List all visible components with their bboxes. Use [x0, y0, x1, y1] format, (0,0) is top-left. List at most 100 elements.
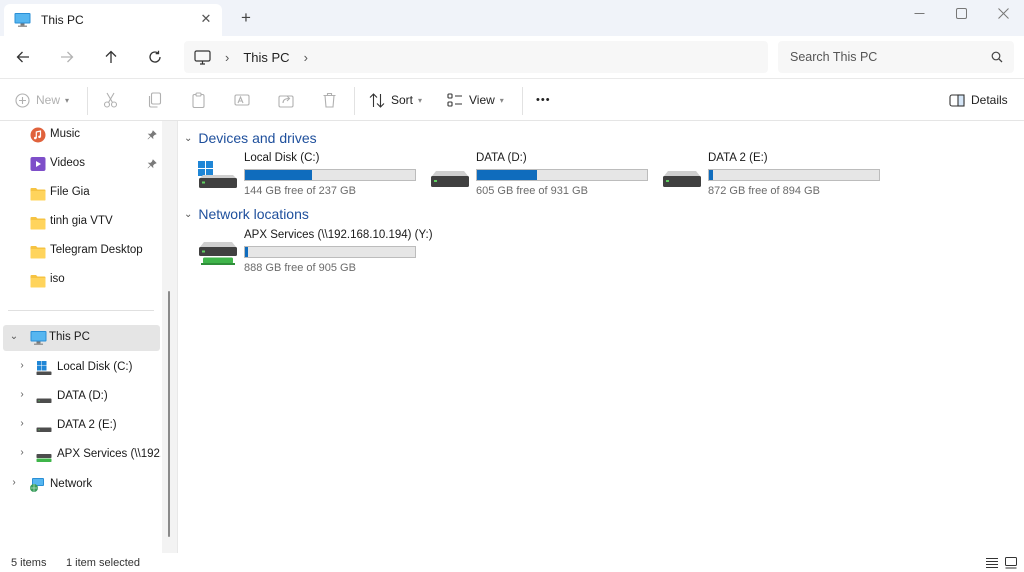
refresh-button[interactable]: [141, 44, 169, 70]
rename-button[interactable]: [234, 90, 250, 110]
add-icon: [15, 92, 30, 108]
share-icon: [278, 95, 294, 108]
drive-free-space: 605 GB free of 931 GB: [476, 185, 588, 197]
drive-tile-data-d[interactable]: DATA (D:) 605 GB free of 931 GB: [429, 151, 653, 197]
cut-button[interactable]: [103, 90, 118, 110]
search-icon: [991, 51, 1003, 63]
details-view-icon[interactable]: [985, 556, 999, 570]
status-bar: 5 items 1 item selected: [0, 553, 1024, 572]
drive-free-space: 888 GB free of 905 GB: [244, 262, 356, 274]
share-button[interactable]: [278, 90, 294, 110]
drive-usage-fill: [709, 170, 714, 180]
chevron-right-icon[interactable]: ›: [16, 418, 28, 429]
chevron-right-icon[interactable]: ›: [16, 389, 28, 400]
new-tab-button[interactable]: +: [236, 9, 256, 27]
tab-this-pc[interactable]: This PC ✕: [4, 4, 222, 36]
close-tab-icon[interactable]: ✕: [198, 11, 214, 27]
chevron-right-icon[interactable]: ›: [8, 477, 20, 488]
sort-button[interactable]: Sort ▾: [369, 90, 422, 110]
sidebar-item-label: tinh gia VTV: [50, 215, 113, 227]
sidebar-item-label: File Gia: [50, 186, 90, 198]
chevron-right-icon[interactable]: ›: [16, 360, 28, 371]
sidebar-item-tinh-gia-vtv[interactable]: tinh gia VTV: [0, 209, 162, 235]
selection-count: 1 item selected: [66, 557, 140, 569]
large-icons-view-icon[interactable]: [1004, 556, 1018, 570]
sidebar-item-data-2-e[interactable]: › DATA 2 (E:): [0, 413, 162, 439]
drive-name: APX Services (\\192.168.10.194) (Y:): [244, 229, 433, 241]
pin-icon[interactable]: [147, 159, 157, 169]
back-button[interactable]: [9, 44, 37, 70]
chevron-down-icon: ▾: [418, 95, 423, 105]
drive-usage-bar: [244, 169, 416, 181]
this-pc-icon: [14, 13, 31, 27]
item-count: 5 items: [11, 557, 47, 569]
sidebar-item-telegram-desktop[interactable]: Telegram Desktop: [0, 238, 162, 264]
group-header-label: Devices and drives: [198, 130, 317, 146]
sidebar-item-data-d[interactable]: › DATA (D:): [0, 384, 162, 410]
sidebar-item-music[interactable]: Music: [0, 122, 162, 148]
view-button[interactable]: View ▾: [447, 90, 504, 110]
drive-icon: [36, 398, 52, 403]
drive-tile-data-2-e[interactable]: DATA 2 (E:) 872 GB free of 894 GB: [661, 151, 885, 197]
new-button[interactable]: New ▾: [15, 90, 69, 110]
copy-button[interactable]: [147, 90, 162, 110]
group-network-locations[interactable]: ⌄ Network locations: [184, 206, 309, 222]
more-options-button[interactable]: •••: [536, 90, 551, 110]
network-drive-icon: [199, 242, 237, 265]
delete-button[interactable]: [322, 90, 337, 110]
folder-icon: [30, 275, 46, 288]
sidebar-item-iso[interactable]: iso: [0, 267, 162, 293]
sidebar-item-apx-services[interactable]: › APX Services (\\192.168.10.194) (Y:): [0, 442, 162, 468]
breadcrumb-chevron-icon[interactable]: ›: [304, 50, 308, 65]
breadcrumb-this-pc[interactable]: This PC: [243, 50, 289, 65]
close-window-button[interactable]: [982, 0, 1024, 26]
sidebar-item-label: Telegram Desktop: [50, 244, 143, 256]
sidebar-item-local-disk-c[interactable]: › Local Disk (C:): [0, 355, 162, 381]
divider: [354, 87, 355, 115]
minimize-button[interactable]: [898, 0, 940, 26]
group-devices-and-drives[interactable]: ⌄ Devices and drives: [184, 130, 317, 146]
sidebar-item-videos[interactable]: Videos: [0, 151, 162, 177]
new-label: New: [36, 93, 61, 107]
details-button[interactable]: Details: [949, 90, 1008, 110]
drive-tile-local-disk-c[interactable]: Local Disk (C:) 144 GB free of 237 GB: [197, 151, 421, 197]
videos-icon: [30, 157, 46, 171]
this-pc-icon: [30, 331, 47, 345]
paste-button[interactable]: [191, 90, 206, 110]
folder-icon: [30, 188, 46, 201]
sidebar-scrollbar[interactable]: [162, 121, 178, 553]
network-drive-icon: [36, 454, 52, 462]
sort-icon: [369, 92, 385, 108]
breadcrumb-chevron-icon[interactable]: ›: [225, 50, 229, 65]
tab-title: This PC: [41, 13, 84, 27]
windows-drive-icon: [198, 161, 237, 188]
view-label: View: [469, 93, 495, 107]
cut-icon: [103, 92, 118, 108]
drive-tile-apx-services-y[interactable]: APX Services (\\192.168.10.194) (Y:) 888…: [197, 228, 433, 274]
search-input[interactable]: [790, 50, 980, 64]
chevron-down-icon[interactable]: ⌄: [8, 331, 20, 342]
up-button[interactable]: [97, 44, 125, 70]
forward-button[interactable]: [53, 44, 81, 70]
pin-icon[interactable]: [147, 130, 157, 140]
drive-name: DATA 2 (E:): [708, 152, 768, 164]
sidebar-item-this-pc[interactable]: ⌄ This PC: [3, 325, 160, 351]
minimize-icon: [914, 12, 924, 14]
copy-icon: [148, 92, 162, 108]
sidebar-item-file-gia[interactable]: File Gia: [0, 180, 162, 206]
search-box[interactable]: [778, 41, 1014, 73]
sidebar-item-label: DATA 2 (E:): [57, 419, 117, 431]
address-bar[interactable]: › This PC ›: [184, 41, 768, 73]
drive-usage-bar: [244, 246, 416, 258]
chevron-right-icon[interactable]: ›: [16, 447, 28, 458]
maximize-button[interactable]: [940, 0, 982, 26]
folder-icon: [30, 217, 46, 230]
sidebar-item-label: Local Disk (C:): [57, 361, 133, 373]
drive-usage-fill: [245, 170, 312, 180]
sidebar-item-label: iso: [50, 273, 65, 285]
drive-icon: [431, 171, 469, 187]
scrollbar-thumb[interactable]: [168, 291, 170, 537]
navigation-bar: › This PC ›: [0, 36, 1024, 78]
sidebar-item-network[interactable]: › Network: [0, 472, 162, 498]
command-bar: New ▾ Sort ▾ View ▾ ••• Details: [0, 78, 1024, 121]
